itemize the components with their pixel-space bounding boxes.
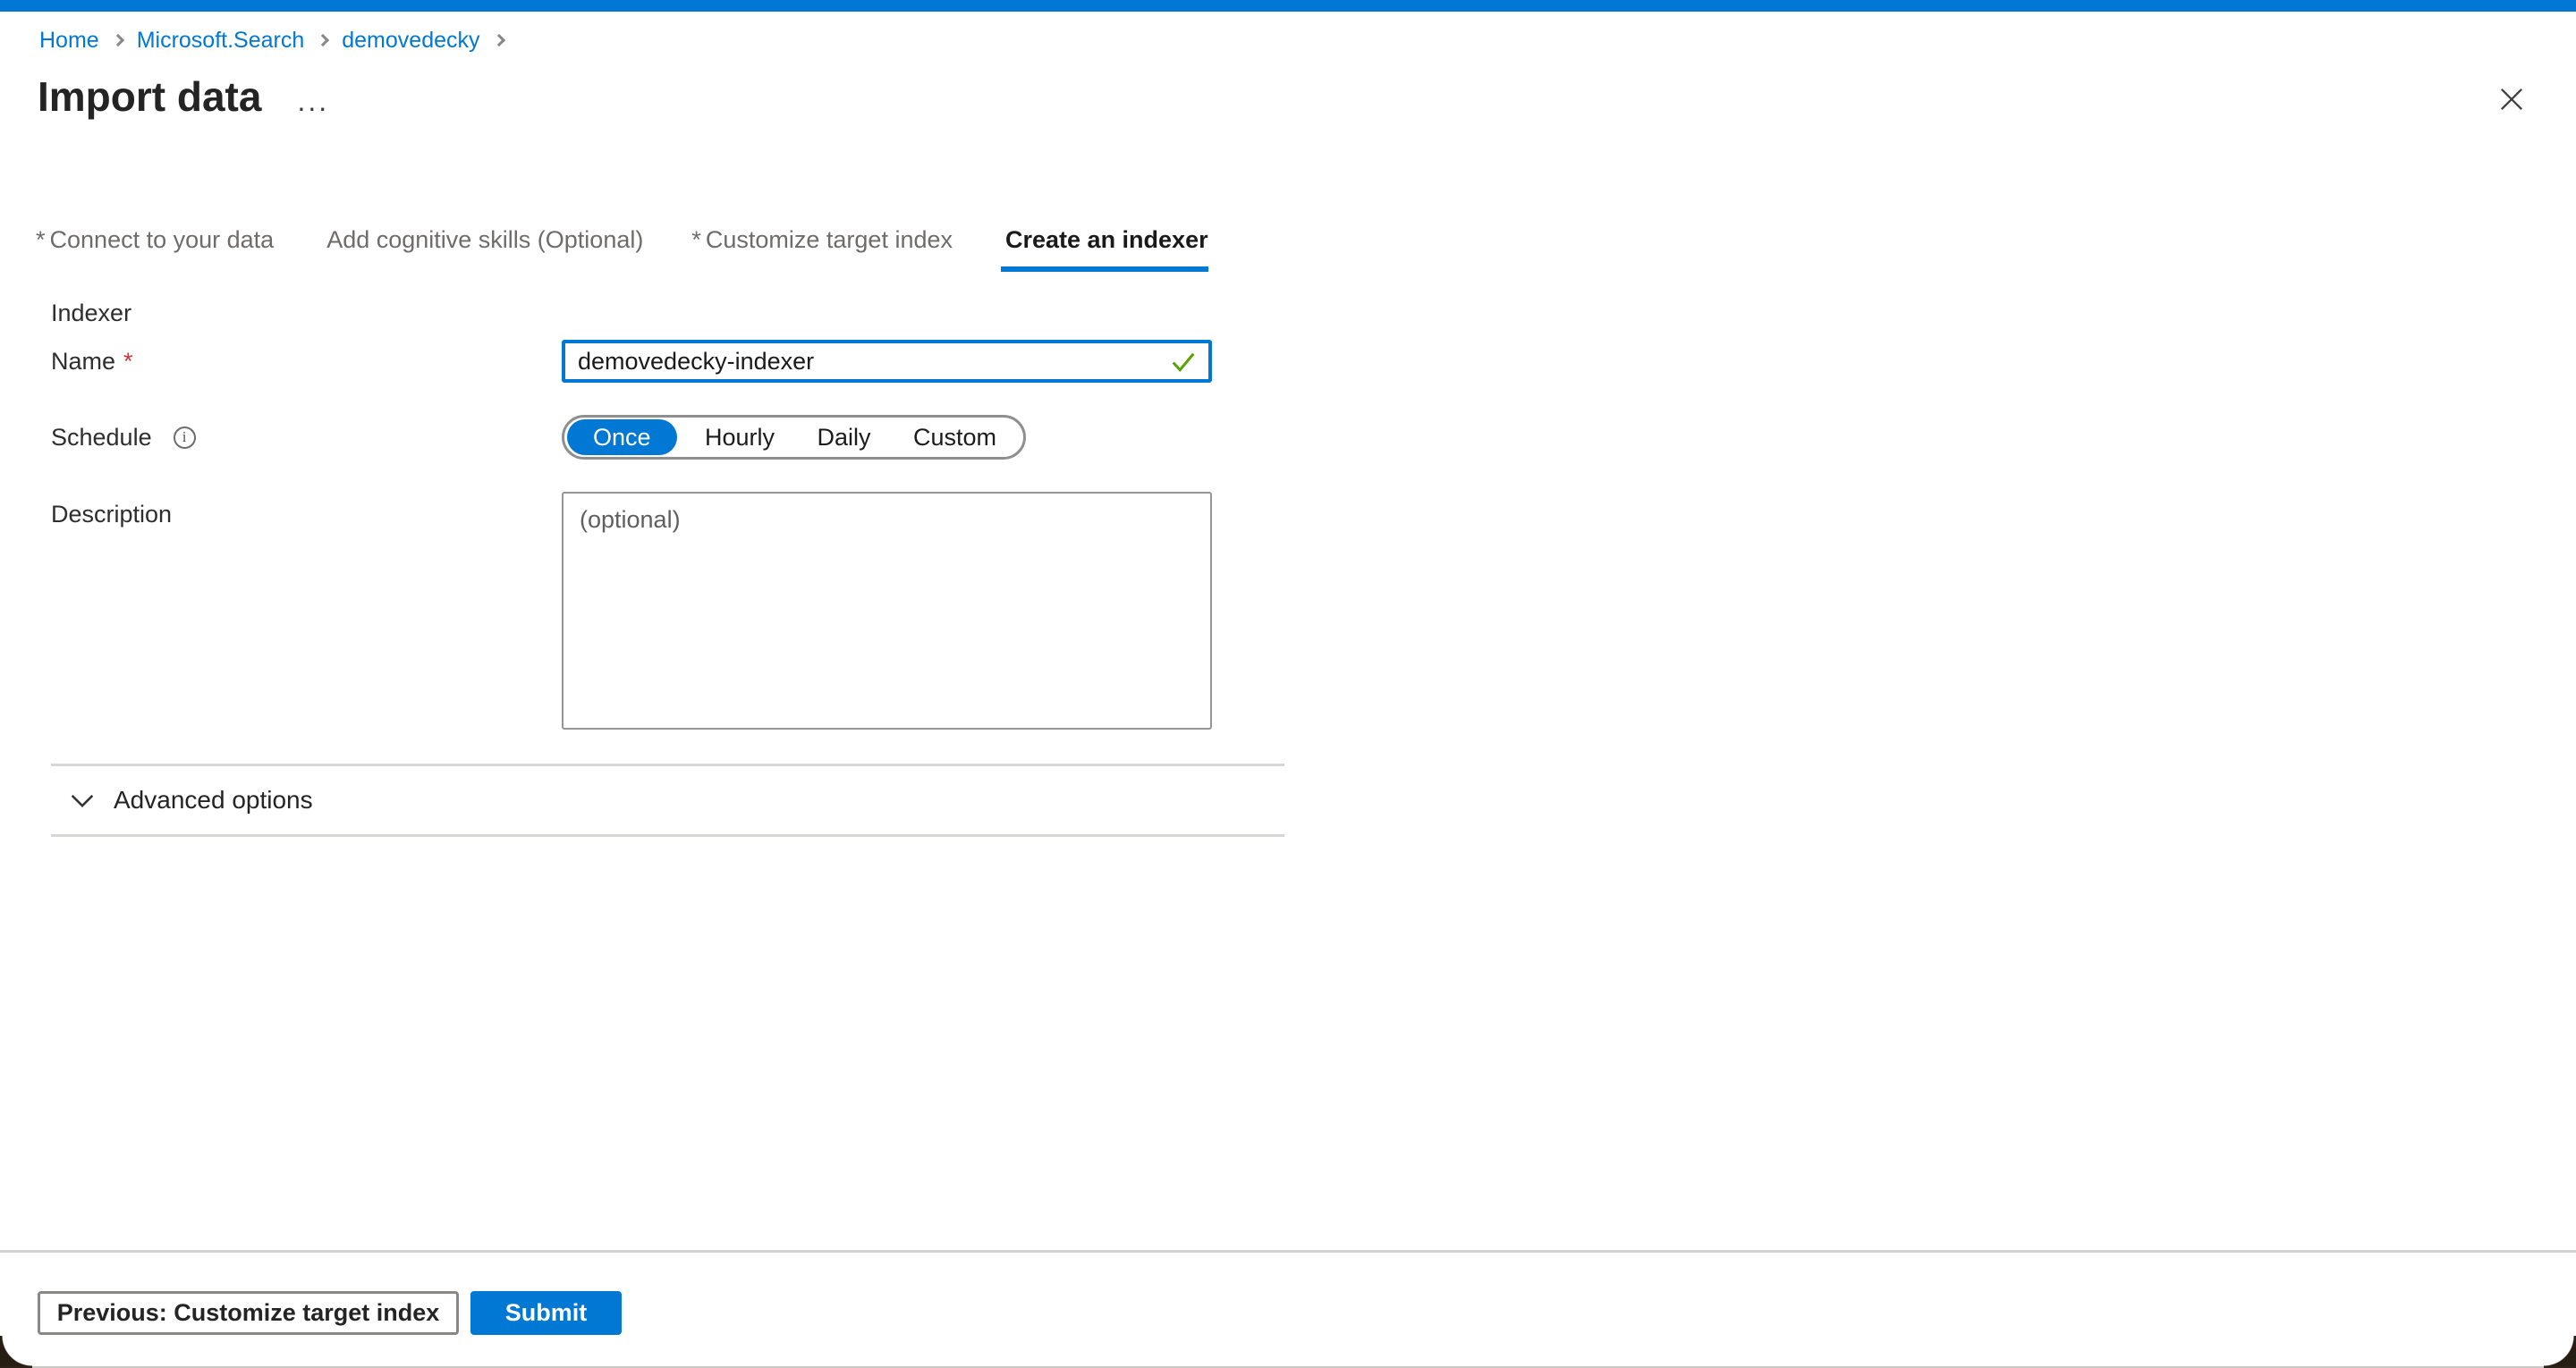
tab-label: Connect to your data xyxy=(50,226,275,253)
tab-label: Add cognitive skills (Optional) xyxy=(326,226,643,253)
tab-create-an-indexer[interactable]: Create an indexer xyxy=(1001,225,1208,272)
advanced-options-label: Advanced options xyxy=(114,786,313,815)
schedule-option-hourly[interactable]: Hourly xyxy=(691,419,789,455)
description-field-row: Description xyxy=(51,492,1285,734)
info-icon[interactable]: i xyxy=(174,426,196,449)
footer-divider xyxy=(0,1250,2576,1253)
name-label: Name xyxy=(51,348,115,376)
page-title: Import data xyxy=(38,73,261,120)
tab-customize-target-index[interactable]: *Customize target index xyxy=(691,225,953,272)
schedule-label: Schedule xyxy=(51,424,152,452)
tab-connect-to-your-data[interactable]: *Connect to your data xyxy=(36,225,274,272)
required-asterisk: * xyxy=(123,348,133,376)
name-input[interactable] xyxy=(562,340,1212,383)
submit-button[interactable]: Submit xyxy=(470,1291,622,1335)
tab-add-cognitive-skills[interactable]: Add cognitive skills (Optional) xyxy=(322,225,643,272)
close-button[interactable] xyxy=(2496,82,2529,116)
previous-button[interactable]: Previous: Customize target index xyxy=(38,1291,459,1335)
breadcrumb-link-demovedecky[interactable]: demovedecky xyxy=(342,27,479,54)
window-corner xyxy=(0,1336,32,1368)
advanced-options-toggle[interactable]: Advanced options xyxy=(69,784,313,816)
indexer-section-label: Indexer xyxy=(51,299,1285,327)
description-textarea[interactable] xyxy=(562,492,1212,730)
description-label: Description xyxy=(51,501,172,528)
required-marker: * xyxy=(36,226,46,253)
schedule-field-row: Schedule i Once Hourly Daily Custom xyxy=(51,415,1285,460)
chevron-right-icon xyxy=(317,34,329,46)
chevron-right-icon xyxy=(112,34,124,46)
chevron-down-icon xyxy=(69,793,96,808)
schedule-toggle-group: Once Hourly Daily Custom xyxy=(562,415,1026,460)
footer-buttons: Previous: Customize target index Submit xyxy=(38,1291,622,1335)
tab-label: Customize target index xyxy=(706,226,953,253)
divider xyxy=(51,764,1284,766)
schedule-option-custom[interactable]: Custom xyxy=(899,419,1011,455)
breadcrumb-link-microsoft-search[interactable]: Microsoft.Search xyxy=(137,27,305,54)
schedule-option-once[interactable]: Once xyxy=(567,419,677,455)
name-field-row: Name * xyxy=(51,340,1285,383)
chevron-right-icon xyxy=(492,34,504,46)
top-accent-bar xyxy=(0,0,2576,12)
indexer-form: Indexer Name * Schedule i Once Hourly Da… xyxy=(51,299,1285,837)
name-input-wrapper xyxy=(562,340,1212,383)
page-header: Import data ... xyxy=(38,73,338,120)
breadcrumb-link-home[interactable]: Home xyxy=(39,27,99,54)
window-corner xyxy=(2544,1336,2576,1368)
tab-label: Create an indexer xyxy=(1005,226,1208,253)
breadcrumb: Home Microsoft.Search demovedecky xyxy=(39,27,518,54)
valid-check-icon xyxy=(1167,345,1199,377)
required-marker: * xyxy=(691,226,701,253)
divider xyxy=(51,834,1284,837)
wizard-tabs: *Connect to your data Add cognitive skil… xyxy=(36,225,1208,272)
more-actions-button[interactable]: ... xyxy=(288,89,338,114)
schedule-option-daily[interactable]: Daily xyxy=(802,419,885,455)
close-icon xyxy=(2497,85,2526,114)
